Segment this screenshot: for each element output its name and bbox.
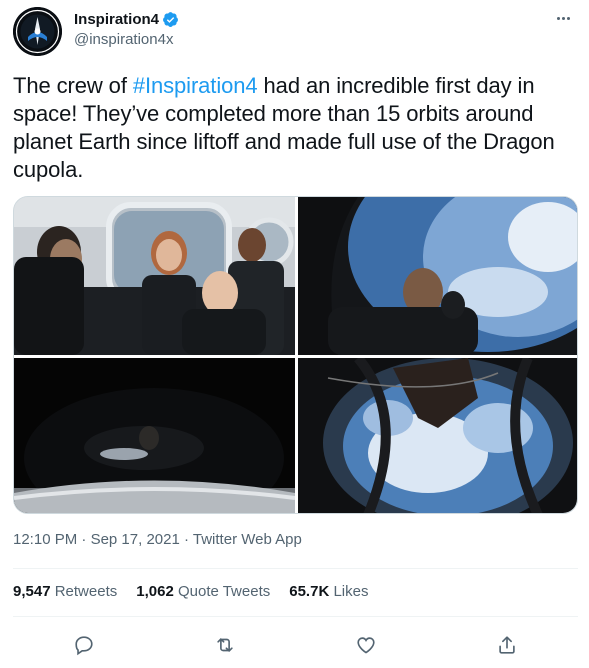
tweet-date[interactable]: Sep 17, 2021	[91, 531, 180, 548]
retweets-label: Retweets	[54, 583, 118, 600]
author-name-row[interactable]: Inspiration4	[74, 9, 179, 29]
retweet-button[interactable]	[208, 628, 242, 662]
mission-patch-icon	[13, 7, 62, 56]
more-options-button[interactable]	[551, 10, 575, 26]
meta-separator: ·	[183, 531, 189, 548]
likes-stat[interactable]: 65.7K Likes	[289, 583, 368, 600]
avatar[interactable]	[13, 7, 62, 56]
more-dot-icon	[556, 16, 560, 20]
tweet-source[interactable]: Twitter Web App	[193, 531, 302, 548]
tweet-stats: 9,547 Retweets 1,062 Quote Tweets 65.7K …	[13, 583, 368, 600]
retweets-count: 9,547	[13, 583, 51, 600]
retweet-icon	[217, 638, 233, 652]
like-button[interactable]	[349, 628, 383, 662]
divider	[13, 568, 578, 569]
photo-crew-member-at-cupola[interactable]	[298, 197, 577, 355]
tweet-text-before: The crew of	[13, 73, 133, 98]
photo-earth-through-cupola[interactable]	[298, 358, 577, 513]
author-handle[interactable]: @inspiration4x	[74, 31, 173, 48]
photo-crew-in-capsule[interactable]	[14, 197, 295, 355]
more-dot-icon	[561, 16, 565, 20]
share-button[interactable]	[490, 628, 524, 662]
author-display-name[interactable]: Inspiration4	[74, 11, 159, 28]
media-grid	[13, 196, 578, 514]
photo-dark-cupola-interior[interactable]	[14, 358, 295, 513]
likes-label: Likes	[333, 583, 369, 600]
verified-badge-icon	[162, 11, 179, 28]
quote-tweets-count: 1,062	[136, 583, 174, 600]
reply-icon	[75, 636, 93, 656]
meta-separator: ·	[81, 531, 87, 548]
tweet-text: The crew of #Inspiration4 had an incredi…	[13, 72, 578, 184]
likes-count: 65.7K	[289, 583, 330, 600]
share-icon	[499, 636, 516, 654]
tweet: Inspiration4 @inspiration4x The crew of …	[0, 0, 589, 668]
tweet-time[interactable]: 12:10 PM	[13, 531, 77, 548]
divider	[13, 616, 578, 617]
more-dot-icon	[566, 16, 570, 20]
reply-button[interactable]	[67, 628, 101, 662]
tweet-meta: 12:10 PM · Sep 17, 2021 · Twitter Web Ap…	[13, 531, 302, 548]
retweets-stat[interactable]: 9,547 Retweets	[13, 583, 117, 600]
quote-tweets-label: Quote Tweets	[177, 583, 271, 600]
quote-tweets-stat[interactable]: 1,062 Quote Tweets	[136, 583, 270, 600]
hashtag-link[interactable]: #Inspiration4	[133, 73, 258, 98]
tweet-actions	[13, 628, 578, 662]
heart-icon	[357, 637, 375, 654]
